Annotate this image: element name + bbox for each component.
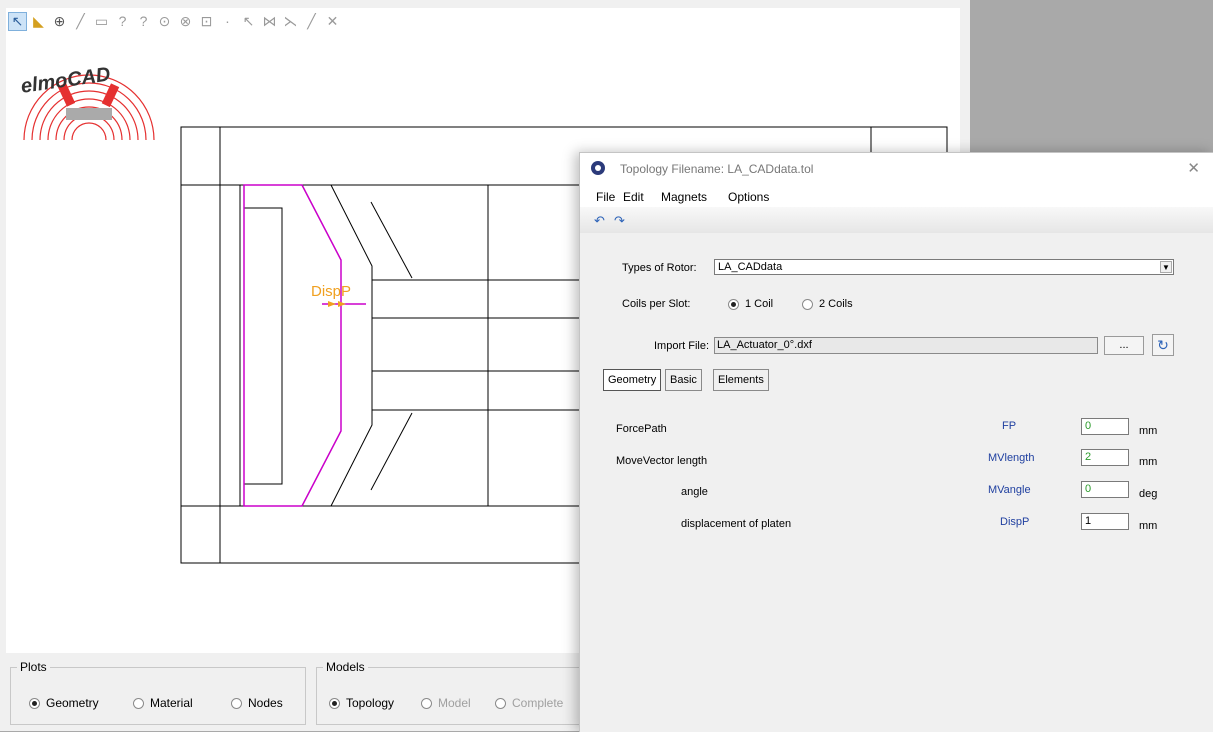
menu-options[interactable]: Options xyxy=(728,190,769,204)
reload-icon[interactable]: ↻ xyxy=(1152,334,1174,356)
undo-icon[interactable]: ↶ xyxy=(594,213,605,229)
rotor-type-select[interactable]: LA_CADdata ▼ xyxy=(714,259,1174,275)
delete-icon[interactable]: ✕ xyxy=(323,12,342,31)
plot-nodes-radio[interactable]: Nodes xyxy=(231,696,283,710)
menu-magnets[interactable]: Magnets xyxy=(661,190,707,204)
rotor-contour xyxy=(243,184,342,507)
browse-button[interactable]: ... xyxy=(1104,336,1144,355)
plots-group: Plots Geometry Material Nodes xyxy=(10,660,306,725)
dispp-input[interactable]: 1 xyxy=(1081,513,1129,530)
param-label-angle: angle xyxy=(681,486,708,498)
model-topology-radio[interactable]: Topology xyxy=(329,696,394,710)
pointer-icon[interactable]: ↖ xyxy=(239,12,258,31)
redo-icon[interactable]: ↷ xyxy=(614,213,625,229)
cross-icon[interactable]: ⋋ xyxy=(281,12,300,31)
param-symbol-mvlength: MVlength xyxy=(988,452,1035,464)
zoom-icon[interactable]: ⊕ xyxy=(50,12,69,31)
chevron-down-icon[interactable]: ▼ xyxy=(1160,261,1172,273)
measure-icon[interactable]: ⊗ xyxy=(176,12,195,31)
zoom-window-icon[interactable]: ⊡ xyxy=(197,12,216,31)
dialog-titlebar[interactable]: Topology Filename: LA_CADdata.tol ✕ xyxy=(580,153,1213,185)
mvlength-input[interactable]: 2 xyxy=(1081,449,1129,466)
tab-elements[interactable]: Elements xyxy=(713,369,769,391)
param-symbol-dispp: DispP xyxy=(1000,516,1030,528)
drawing-toolbar: ↖ ◣ ⊕ ╱ ▭ ? ? ⊙ ⊗ ⊡ · ↖ ⋈ ⋋ ╱ ✕ xyxy=(8,10,342,32)
multi-icon[interactable]: ⋈ xyxy=(260,12,279,31)
mvangle-input[interactable]: 0 xyxy=(1081,481,1129,498)
circle-icon[interactable]: ⊙ xyxy=(155,12,174,31)
arc2-icon[interactable]: ? xyxy=(134,12,153,31)
import-file-field[interactable]: LA_Actuator_0°.dxf xyxy=(714,337,1098,354)
param-symbol-fp: FP xyxy=(1002,420,1017,432)
unit-mvlength: mm xyxy=(1139,456,1158,468)
one-coil-radio[interactable]: 1 Coil xyxy=(728,298,773,310)
models-title: Models xyxy=(323,660,368,674)
diagonal-icon[interactable]: ╱ xyxy=(302,12,321,31)
dialog-title: Topology Filename: LA_CADdata.tol xyxy=(620,162,814,176)
menu-file[interactable]: File xyxy=(596,190,615,204)
topology-dialog: Topology Filename: LA_CADdata.tol ✕ File… xyxy=(579,152,1213,732)
triangle-icon[interactable]: ◣ xyxy=(29,12,48,31)
fp-input[interactable]: 0 xyxy=(1081,418,1129,435)
unit-mvangle: deg xyxy=(1139,488,1158,500)
param-label-forcepath: ForcePath xyxy=(616,423,667,435)
model-complete-radio[interactable]: Complete xyxy=(495,696,563,710)
models-group: Models Topology Model Complete xyxy=(316,660,580,725)
param-label-displacement: displacement of platen xyxy=(681,518,792,530)
close-icon[interactable]: ✕ xyxy=(1187,159,1200,177)
plot-geometry-radio[interactable]: Geometry xyxy=(29,696,99,710)
line-icon[interactable]: ╱ xyxy=(71,12,90,31)
undo-toolbar: ↶ ↷ xyxy=(580,207,1213,233)
tab-basic[interactable]: Basic xyxy=(665,369,702,391)
model-model-radio[interactable]: Model xyxy=(421,696,471,710)
unit-dispp: mm xyxy=(1139,520,1158,532)
two-coils-radio[interactable]: 2 Coils xyxy=(802,298,853,310)
arc-icon[interactable]: ? xyxy=(113,12,132,31)
rotor-type-value: LA_CADdata xyxy=(718,261,783,273)
param-label-movevector: MoveVector length xyxy=(616,455,708,467)
rotor-type-label: Types of Rotor: xyxy=(622,262,697,274)
point-icon[interactable]: · xyxy=(218,12,237,31)
plot-material-radio[interactable]: Material xyxy=(133,696,193,710)
dispp-annotation: DispP xyxy=(311,283,351,300)
menu-edit[interactable]: Edit xyxy=(623,190,644,204)
unit-fp: mm xyxy=(1139,425,1158,437)
plots-title: Plots xyxy=(17,660,50,674)
select-arrow-icon[interactable]: ↖ xyxy=(8,11,27,31)
dialog-menubar: File Edit Magnets Options xyxy=(580,185,1213,207)
elmocad-logo: elmoCAD xyxy=(14,50,174,145)
param-symbol-mvangle: MVangle xyxy=(988,484,1031,496)
tab-geometry[interactable]: Geometry xyxy=(603,369,662,391)
coils-label: Coils per Slot: xyxy=(622,298,691,310)
app-icon xyxy=(591,161,605,175)
rectangle-icon[interactable]: ▭ xyxy=(92,12,111,31)
import-file-label: Import File: xyxy=(654,340,710,352)
